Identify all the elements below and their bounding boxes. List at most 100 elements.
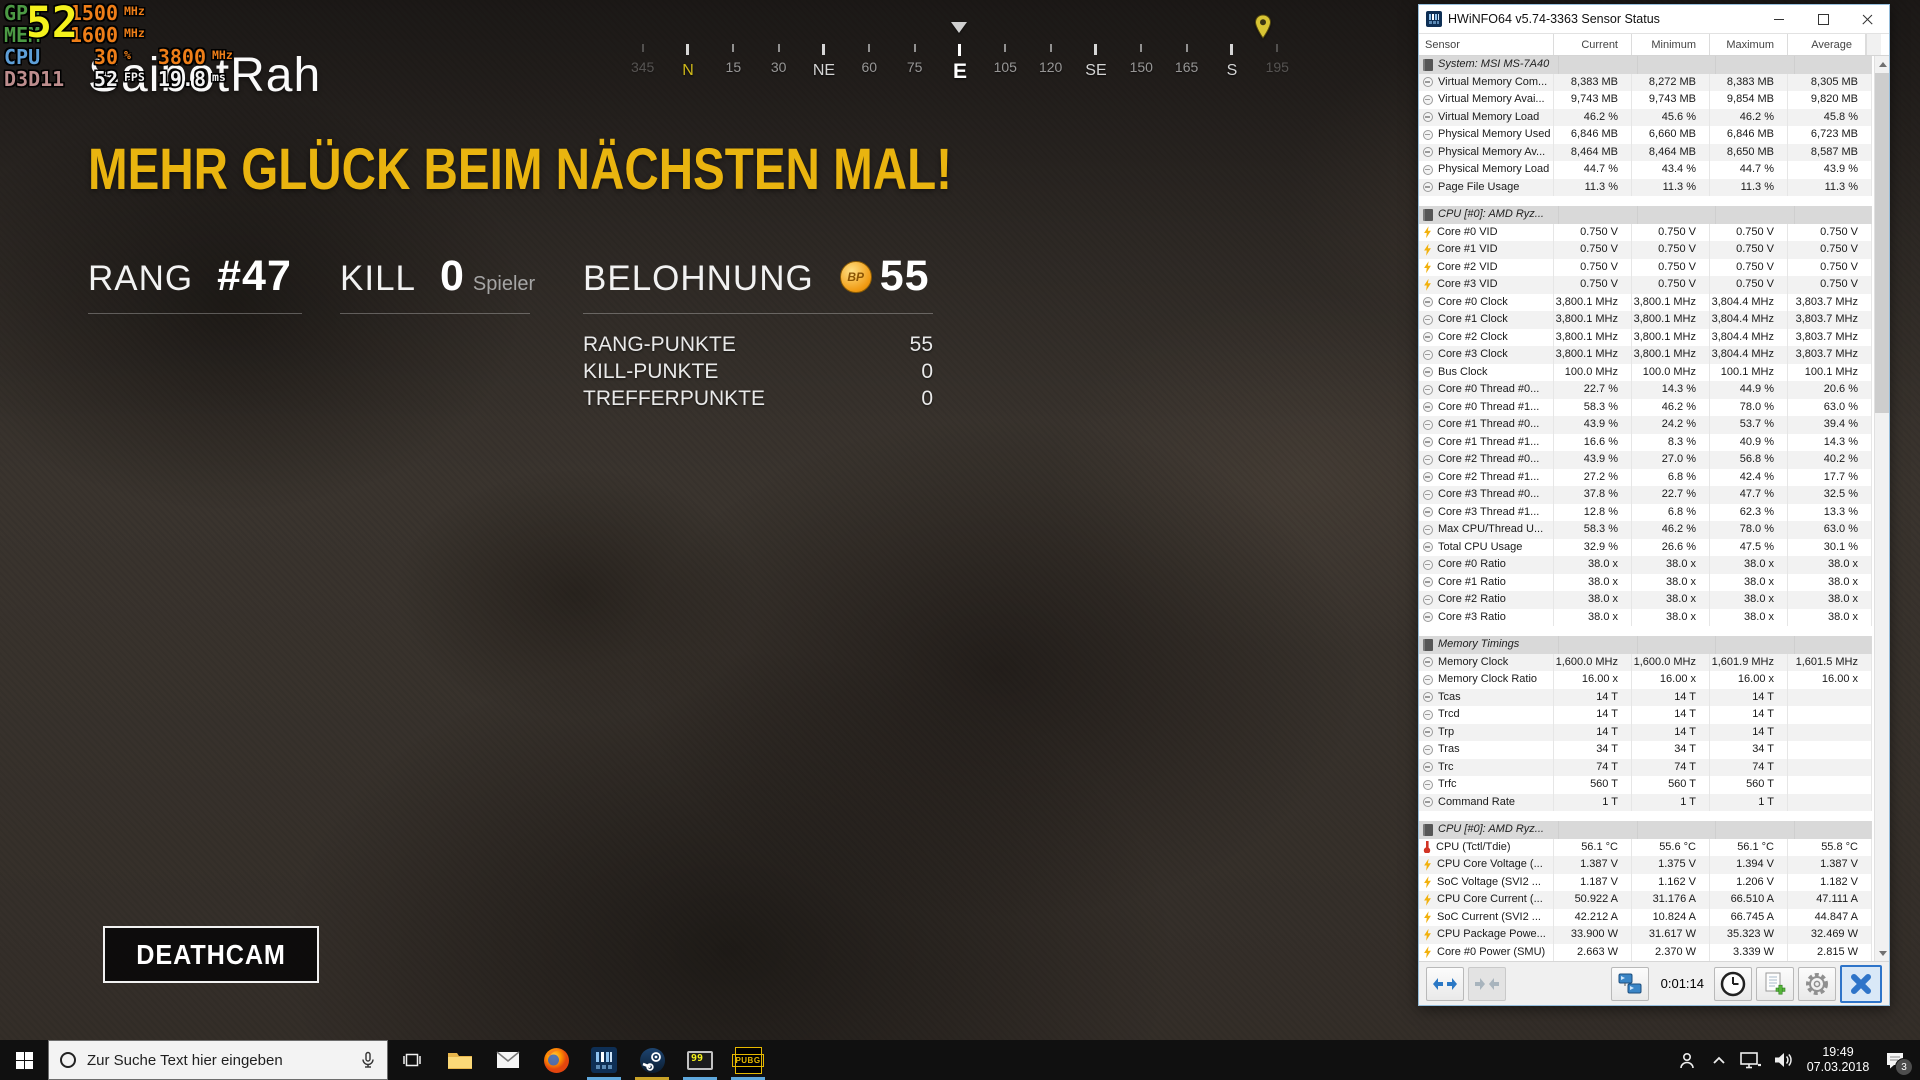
- scroll-down-icon[interactable]: [1875, 945, 1889, 961]
- sensor-row[interactable]: Virtual Memory Load 46.2 % 45.6 % 46.2 %…: [1419, 108, 1872, 126]
- sensor-row[interactable]: Bus Clock 100.0 MHz 100.0 MHz 100.1 MHz …: [1419, 363, 1872, 381]
- sensor-label: CPU Core Voltage (...: [1437, 858, 1543, 870]
- sensor-row[interactable]: Core #0 Thread #0... 22.7 % 14.3 % 44.9 …: [1419, 381, 1872, 399]
- scroll-up-icon[interactable]: [1875, 56, 1889, 72]
- steam-button[interactable]: [628, 1040, 676, 1080]
- sensor-row[interactable]: Core #0 VID 0.750 V 0.750 V 0.750 V 0.75…: [1419, 223, 1872, 241]
- sensor-row[interactable]: Core #0 Power (SMU) 2.663 W 2.370 W 3.33…: [1419, 943, 1872, 961]
- sensor-row[interactable]: Virtual Memory Com... 8,383 MB 8,272 MB …: [1419, 73, 1872, 91]
- sensor-row[interactable]: Virtual Memory Avai... 9,743 MB 9,743 MB…: [1419, 91, 1872, 109]
- maximize-button[interactable]: [1801, 5, 1845, 33]
- sensor-row[interactable]: Tras 34 T 34 T 34 T: [1419, 741, 1872, 759]
- sensor-row[interactable]: Core #3 Ratio 38.0 x 38.0 x 38.0 x 38.0 …: [1419, 608, 1872, 626]
- sensor-row[interactable]: Tcas 14 T 14 T 14 T: [1419, 688, 1872, 706]
- sensor-maximum: 42.4 %: [1710, 468, 1788, 486]
- sensor-row[interactable]: Core #1 Thread #0... 43.9 % 24.2 % 53.7 …: [1419, 416, 1872, 434]
- sensor-label: Tcas: [1438, 690, 1461, 703]
- afterburner-button[interactable]: 99: [676, 1040, 724, 1080]
- sensor-row[interactable]: Total CPU Usage 32.9 % 26.6 % 47.5 % 30.…: [1419, 538, 1872, 556]
- sensor-row[interactable]: CPU Core Current (... 50.922 A 31.176 A …: [1419, 891, 1872, 909]
- sensor-maximum: 47.5 %: [1710, 538, 1788, 556]
- taskbar-search-input[interactable]: Zur Suche Text hier eingeben: [48, 1040, 388, 1080]
- firefox-button[interactable]: [532, 1040, 580, 1080]
- task-view-button[interactable]: [388, 1040, 436, 1080]
- pubg-button[interactable]: PUBG: [724, 1040, 772, 1080]
- gauge-icon: [1423, 709, 1433, 720]
- sensor-label: Core #2 Clock: [1438, 330, 1508, 343]
- scrollbar-thumb[interactable]: [1875, 73, 1889, 413]
- sensor-row[interactable]: Core #1 Ratio 38.0 x 38.0 x 38.0 x 38.0 …: [1419, 573, 1872, 591]
- scrollbar[interactable]: [1874, 56, 1889, 961]
- sensor-row[interactable]: Command Rate 1 T 1 T 1 T: [1419, 793, 1872, 811]
- sensor-row[interactable]: Memory Clock Ratio 16.00 x 16.00 x 16.00…: [1419, 671, 1872, 689]
- sensor-maximum: 56.8 %: [1710, 451, 1788, 469]
- sensor-average: 63.0 %: [1788, 521, 1872, 539]
- sensor-row[interactable]: Physical Memory Av... 8,464 MB 8,464 MB …: [1419, 143, 1872, 161]
- action-center-button[interactable]: 3: [1877, 1040, 1913, 1080]
- sensor-row[interactable]: Core #2 Thread #1... 27.2 % 6.8 % 42.4 %…: [1419, 468, 1872, 486]
- sensor-row[interactable]: CPU Package Powe... 33.900 W 31.617 W 35…: [1419, 926, 1872, 944]
- column-header-sensor[interactable]: Sensor: [1419, 34, 1554, 55]
- sensor-row[interactable]: Max CPU/Thread U... 58.3 % 46.2 % 78.0 %…: [1419, 521, 1872, 539]
- sensor-row[interactable]: Core #0 Thread #1... 58.3 % 46.2 % 78.0 …: [1419, 398, 1872, 416]
- expand-columns-button[interactable]: [1426, 966, 1464, 1001]
- sensor-row[interactable]: Core #3 Thread #1... 12.8 % 6.8 % 62.3 %…: [1419, 503, 1872, 521]
- points-row: RANG-PUNKTE 55: [583, 331, 933, 358]
- close-sensors-button[interactable]: [1840, 964, 1882, 1003]
- sensor-row[interactable]: SoC Current (SVI2 ... 42.212 A 10.824 A …: [1419, 908, 1872, 926]
- sensor-row[interactable]: Core #2 Ratio 38.0 x 38.0 x 38.0 x 38.0 …: [1419, 591, 1872, 609]
- sensor-row[interactable]: Physical Memory Load 44.7 % 43.4 % 44.7 …: [1419, 161, 1872, 179]
- start-button[interactable]: [0, 1040, 48, 1080]
- sensor-row[interactable]: Memory Clock 1,600.0 MHz 1,600.0 MHz 1,6…: [1419, 653, 1872, 671]
- sensor-row[interactable]: Core #2 VID 0.750 V 0.750 V 0.750 V 0.75…: [1419, 258, 1872, 276]
- column-header-average[interactable]: Average: [1788, 34, 1866, 55]
- sensor-row[interactable]: Trc 74 T 74 T 74 T: [1419, 758, 1872, 776]
- column-header-current[interactable]: Current: [1554, 34, 1632, 55]
- sensor-average: 13.3 %: [1788, 503, 1872, 521]
- sensor-row[interactable]: SoC Voltage (SVI2 ... 1.187 V 1.162 V 1.…: [1419, 873, 1872, 891]
- sensor-row[interactable]: Core #3 Clock 3,800.1 MHz 3,800.1 MHz 3,…: [1419, 346, 1872, 364]
- sensor-label: Physical Memory Load: [1438, 163, 1550, 175]
- sensor-row[interactable]: Core #2 Thread #0... 43.9 % 27.0 % 56.8 …: [1419, 451, 1872, 469]
- sensor-row[interactable]: Core #3 Thread #0... 37.8 % 22.7 % 47.7 …: [1419, 486, 1872, 504]
- settings-button[interactable]: [1798, 966, 1836, 1001]
- sensor-row[interactable]: Core #0 Ratio 38.0 x 38.0 x 38.0 x 38.0 …: [1419, 556, 1872, 574]
- mail-button[interactable]: [484, 1040, 532, 1080]
- sensor-row[interactable]: CPU Core Voltage (... 1.387 V 1.375 V 1.…: [1419, 856, 1872, 874]
- sensor-row[interactable]: Page File Usage 11.3 % 11.3 % 11.3 % 11.…: [1419, 178, 1872, 196]
- sensor-row[interactable]: Trcd 14 T 14 T 14 T: [1419, 706, 1872, 724]
- sensor-label: Memory Clock: [1438, 655, 1509, 668]
- people-button[interactable]: [1671, 1040, 1703, 1080]
- logging-button[interactable]: [1756, 966, 1794, 1001]
- collapse-columns-button[interactable]: [1468, 966, 1506, 1001]
- clock-button[interactable]: [1714, 966, 1752, 1001]
- kill-divider: [340, 313, 530, 314]
- minimize-button[interactable]: [1757, 5, 1801, 33]
- deathcam-button[interactable]: DEATHCAM: [103, 926, 319, 983]
- sensor-row[interactable]: Core #1 VID 0.750 V 0.750 V 0.750 V 0.75…: [1419, 241, 1872, 259]
- compass-tick: [913, 44, 916, 52]
- sensor-row[interactable]: Core #1 Clock 3,800.1 MHz 3,800.1 MHz 3,…: [1419, 311, 1872, 329]
- volume-button[interactable]: [1767, 1040, 1799, 1080]
- column-header-minimum[interactable]: Minimum: [1632, 34, 1710, 55]
- sensor-row[interactable]: Core #1 Thread #1... 16.6 % 8.3 % 40.9 %…: [1419, 433, 1872, 451]
- tray-overflow-button[interactable]: [1703, 1040, 1735, 1080]
- sensor-row[interactable]: Core #0 Clock 3,800.1 MHz 3,800.1 MHz 3,…: [1419, 293, 1872, 311]
- sensor-row[interactable]: Core #3 VID 0.750 V 0.750 V 0.750 V 0.75…: [1419, 276, 1872, 294]
- sensor-row[interactable]: CPU (Tctl/Tdie) 56.1 °C 55.6 °C 56.1 °C …: [1419, 838, 1872, 856]
- hwinfo-taskbar-button[interactable]: [580, 1040, 628, 1080]
- file-explorer-button[interactable]: [436, 1040, 484, 1080]
- sensor-label: Bus Clock: [1438, 365, 1488, 378]
- taskbar-clock[interactable]: 19:49 07.03.2018: [1799, 1045, 1877, 1075]
- close-button[interactable]: [1845, 5, 1889, 33]
- microphone-icon[interactable]: [359, 1051, 377, 1069]
- hwinfo-titlebar[interactable]: HWiNFO64 v5.74-3363 Sensor Status: [1419, 5, 1889, 33]
- sensor-row[interactable]: Core #2 Clock 3,800.1 MHz 3,800.1 MHz 3,…: [1419, 328, 1872, 346]
- network-button[interactable]: [1735, 1040, 1767, 1080]
- column-header-maximum[interactable]: Maximum: [1710, 34, 1788, 55]
- sensor-row[interactable]: Trfc 560 T 560 T 560 T: [1419, 776, 1872, 794]
- bolt-icon: [1424, 243, 1431, 256]
- sensor-row[interactable]: Physical Memory Used 6,846 MB 6,660 MB 6…: [1419, 126, 1872, 144]
- remote-monitoring-button[interactable]: [1610, 966, 1649, 1001]
- sensor-row[interactable]: Trp 14 T 14 T 14 T: [1419, 723, 1872, 741]
